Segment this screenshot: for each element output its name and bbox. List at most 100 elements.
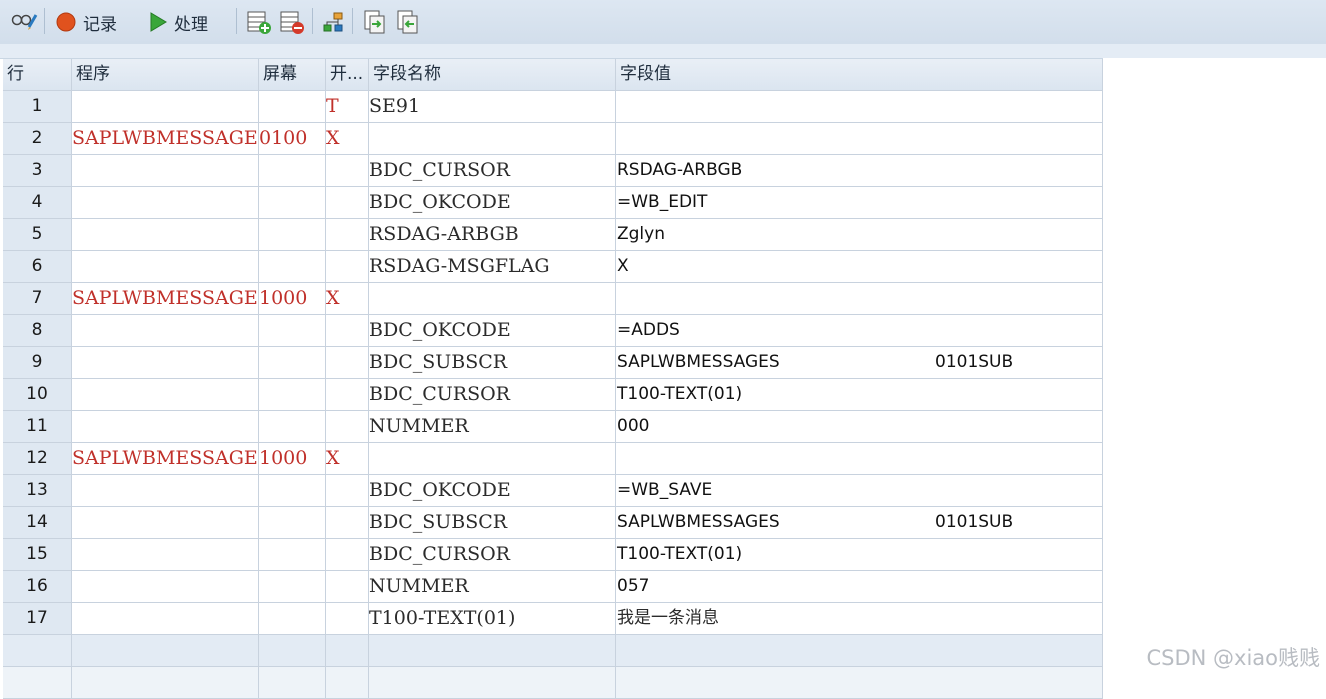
field-value-cell[interactable] bbox=[616, 443, 1103, 475]
field-value-cell[interactable]: SAPLWBMESSAGES 0101SUB bbox=[616, 347, 1103, 379]
field-value-cell[interactable]: Zglyn bbox=[616, 219, 1103, 251]
insert-row-button[interactable] bbox=[246, 8, 272, 36]
screen-cell[interactable]: 0100 bbox=[259, 123, 326, 155]
import-button[interactable] bbox=[395, 8, 421, 36]
program-cell[interactable] bbox=[72, 155, 259, 187]
field-value-cell[interactable]: =ADDS bbox=[616, 315, 1103, 347]
field-value-cell[interactable]: 我是一条消息 bbox=[616, 603, 1103, 635]
row-number-cell[interactable]: 4 bbox=[3, 187, 72, 219]
program-cell[interactable] bbox=[72, 251, 259, 283]
row-number-cell[interactable]: 5 bbox=[3, 219, 72, 251]
display-change-button[interactable] bbox=[10, 8, 38, 36]
process-button[interactable]: 处理 bbox=[148, 8, 208, 36]
screen-cell[interactable] bbox=[259, 315, 326, 347]
empty-row-cell[interactable] bbox=[259, 635, 326, 667]
field-value-cell[interactable] bbox=[616, 91, 1103, 123]
program-cell[interactable] bbox=[72, 411, 259, 443]
screen-cell[interactable] bbox=[259, 155, 326, 187]
row-number-cell[interactable]: 13 bbox=[3, 475, 72, 507]
program-cell[interactable] bbox=[72, 507, 259, 539]
empty-row-cell[interactable] bbox=[369, 667, 616, 699]
row-number-cell[interactable]: 1 bbox=[3, 91, 72, 123]
screen-cell[interactable] bbox=[259, 603, 326, 635]
field-name-cell[interactable]: T100-TEXT(01) bbox=[369, 603, 616, 635]
empty-row-cell[interactable] bbox=[616, 667, 1103, 699]
program-cell[interactable] bbox=[72, 219, 259, 251]
empty-row-cell[interactable] bbox=[326, 667, 369, 699]
start-flag-cell[interactable] bbox=[326, 315, 369, 347]
row-number-cell[interactable]: 7 bbox=[3, 283, 72, 315]
screen-cell[interactable] bbox=[259, 507, 326, 539]
field-name-cell[interactable]: BDC_CURSOR bbox=[369, 539, 616, 571]
screen-cell[interactable] bbox=[259, 347, 326, 379]
row-number-cell[interactable]: 8 bbox=[3, 315, 72, 347]
row-number-cell[interactable]: 14 bbox=[3, 507, 72, 539]
start-flag-cell[interactable] bbox=[326, 347, 369, 379]
program-cell[interactable] bbox=[72, 539, 259, 571]
row-number-cell[interactable]: 10 bbox=[3, 379, 72, 411]
screen-cell[interactable] bbox=[259, 411, 326, 443]
field-name-cell[interactable]: RSDAG-ARBGB bbox=[369, 219, 616, 251]
start-flag-cell[interactable] bbox=[326, 475, 369, 507]
field-name-cell[interactable]: BDC_SUBSCR bbox=[369, 507, 616, 539]
field-name-cell[interactable]: BDC_SUBSCR bbox=[369, 347, 616, 379]
row-number-cell[interactable]: 11 bbox=[3, 411, 72, 443]
program-cell[interactable] bbox=[72, 475, 259, 507]
field-value-cell[interactable] bbox=[616, 123, 1103, 155]
empty-row-cell[interactable] bbox=[72, 635, 259, 667]
column-header-program[interactable]: 程序 bbox=[72, 59, 259, 91]
start-flag-cell[interactable] bbox=[326, 411, 369, 443]
column-header-row[interactable]: 行 bbox=[3, 59, 72, 91]
start-flag-cell[interactable] bbox=[326, 603, 369, 635]
column-header-screen[interactable]: 屏幕 bbox=[259, 59, 326, 91]
start-flag-cell[interactable] bbox=[326, 539, 369, 571]
start-flag-cell[interactable] bbox=[326, 507, 369, 539]
row-number-cell[interactable]: 2 bbox=[3, 123, 72, 155]
field-name-cell[interactable]: BDC_CURSOR bbox=[369, 155, 616, 187]
column-header-field-name[interactable]: 字段名称 bbox=[369, 59, 616, 91]
field-name-cell[interactable]: NUMMER bbox=[369, 411, 616, 443]
field-name-cell[interactable]: RSDAG-MSGFLAG bbox=[369, 251, 616, 283]
screen-cell[interactable] bbox=[259, 379, 326, 411]
row-number-cell[interactable]: 17 bbox=[3, 603, 72, 635]
row-number-cell[interactable]: 3 bbox=[3, 155, 72, 187]
program-cell[interactable]: SAPLWBMESSAGES bbox=[72, 283, 259, 315]
column-header-start[interactable]: 开... bbox=[326, 59, 369, 91]
record-button[interactable]: 记录 bbox=[55, 8, 117, 36]
field-value-cell[interactable]: T100-TEXT(01) bbox=[616, 539, 1103, 571]
field-value-cell[interactable]: 000 bbox=[616, 411, 1103, 443]
program-cell[interactable] bbox=[72, 379, 259, 411]
program-cell[interactable]: SAPLWBMESSAGES bbox=[72, 123, 259, 155]
empty-row-cell[interactable] bbox=[616, 635, 1103, 667]
field-name-cell[interactable]: SE91 bbox=[369, 91, 616, 123]
field-value-cell[interactable]: 057 bbox=[616, 571, 1103, 603]
field-name-cell[interactable]: BDC_OKCODE bbox=[369, 475, 616, 507]
program-cell[interactable] bbox=[72, 187, 259, 219]
screen-cell[interactable] bbox=[259, 475, 326, 507]
row-number-cell[interactable]: 6 bbox=[3, 251, 72, 283]
field-name-cell[interactable]: NUMMER bbox=[369, 571, 616, 603]
screen-cell[interactable] bbox=[259, 187, 326, 219]
empty-row-cell[interactable] bbox=[72, 667, 259, 699]
start-flag-cell[interactable]: X bbox=[326, 123, 369, 155]
program-cell[interactable] bbox=[72, 91, 259, 123]
row-number-cell[interactable]: 15 bbox=[3, 539, 72, 571]
delete-row-button[interactable] bbox=[279, 8, 305, 36]
program-cell[interactable] bbox=[72, 571, 259, 603]
start-flag-cell[interactable] bbox=[326, 187, 369, 219]
field-value-cell[interactable]: X bbox=[616, 251, 1103, 283]
screen-cell[interactable] bbox=[259, 539, 326, 571]
screen-cell[interactable]: 1000 bbox=[259, 283, 326, 315]
field-value-cell[interactable]: =WB_SAVE bbox=[616, 475, 1103, 507]
field-name-cell[interactable]: BDC_OKCODE bbox=[369, 187, 616, 219]
field-value-cell[interactable]: SAPLWBMESSAGES 0101SUB bbox=[616, 507, 1103, 539]
field-name-cell[interactable] bbox=[369, 443, 616, 475]
empty-row-cell[interactable] bbox=[3, 635, 72, 667]
program-cell[interactable]: SAPLWBMESSAGES bbox=[72, 443, 259, 475]
field-value-cell[interactable]: T100-TEXT(01) bbox=[616, 379, 1103, 411]
screen-cell[interactable] bbox=[259, 91, 326, 123]
screen-cell[interactable] bbox=[259, 571, 326, 603]
empty-row-cell[interactable] bbox=[259, 667, 326, 699]
row-number-cell[interactable]: 16 bbox=[3, 571, 72, 603]
screen-cell[interactable]: 1000 bbox=[259, 443, 326, 475]
